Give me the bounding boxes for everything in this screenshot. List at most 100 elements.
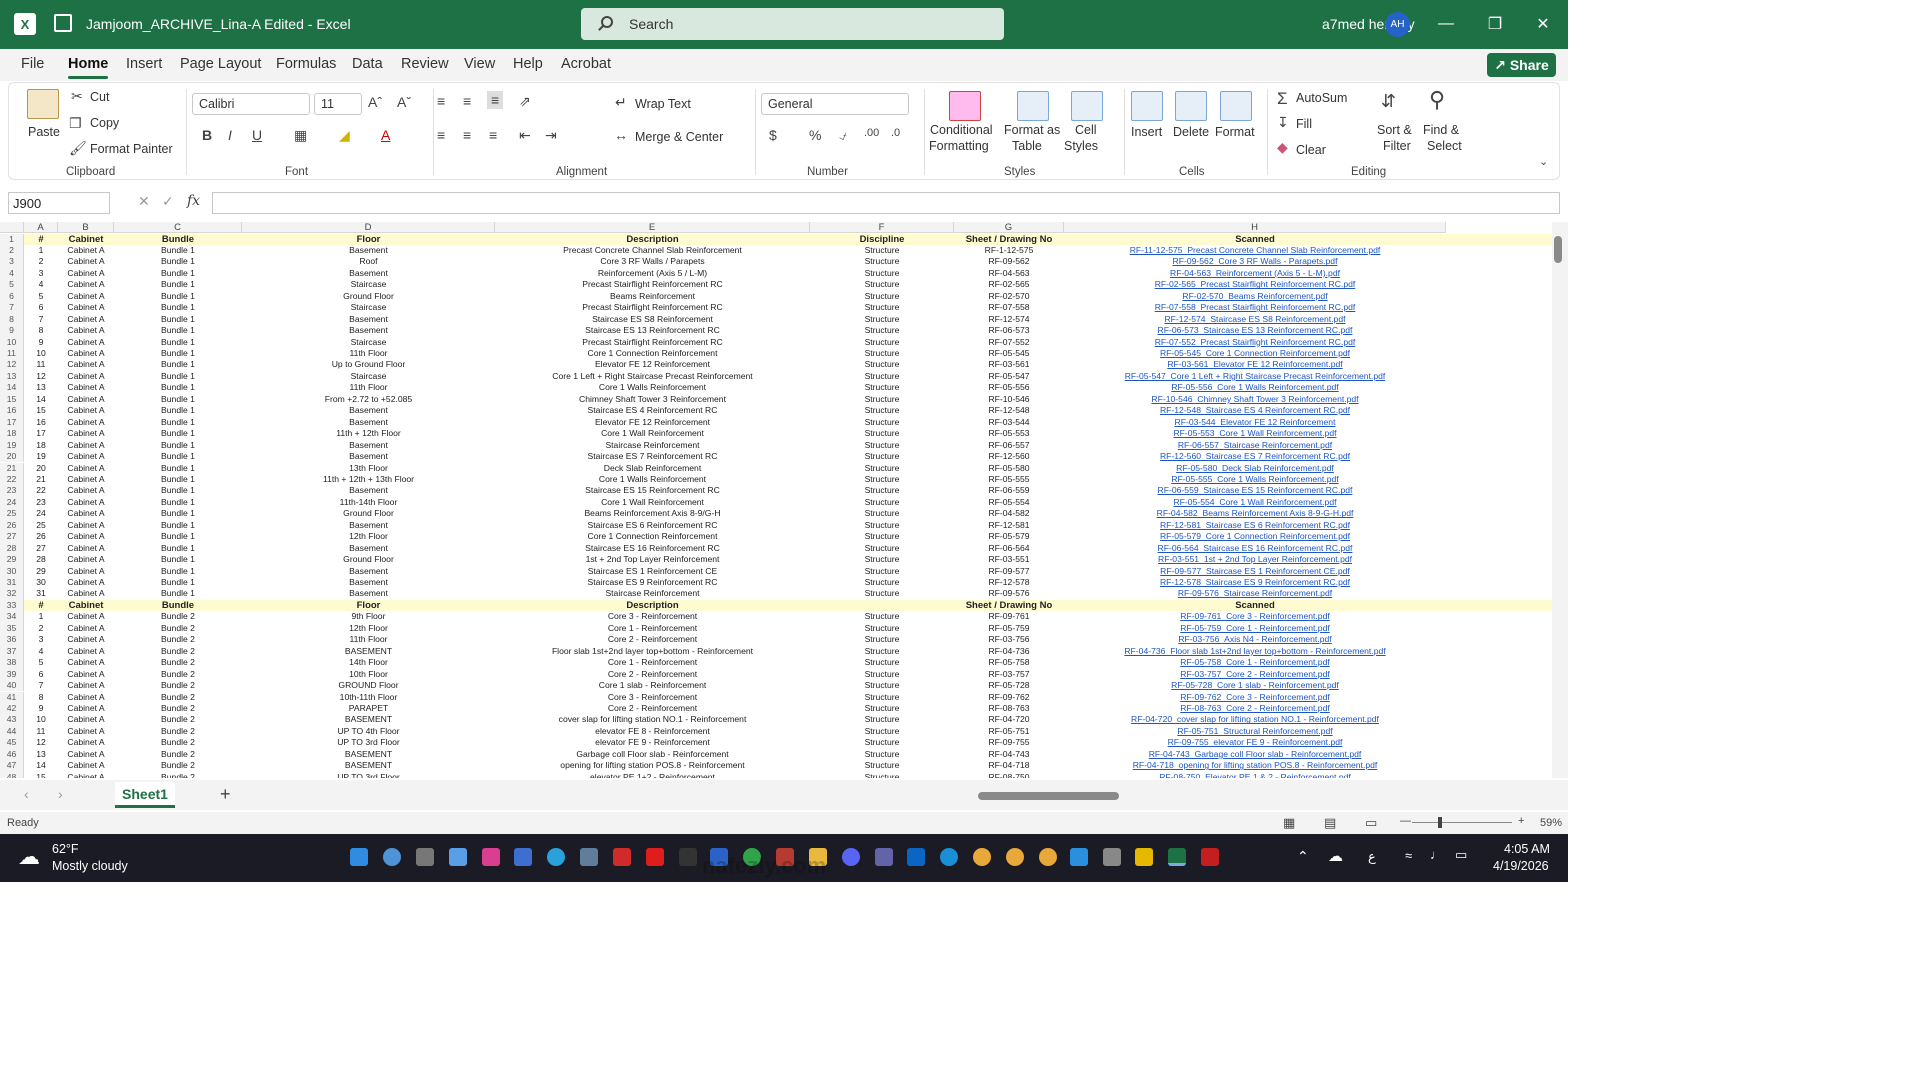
cell[interactable]: Structure: [810, 680, 954, 691]
cell[interactable]: Staircase ES 9 Reinforcement RC: [495, 577, 810, 588]
cell[interactable]: Description: [495, 600, 810, 611]
header-row[interactable]: 1 # Cabinet Bundle Floor Description Disciplin…: [0, 233, 1552, 245]
cell[interactable]: Structure: [810, 760, 954, 771]
italic-icon[interactable]: I: [228, 127, 232, 143]
table-row[interactable]: 13 12 Cabinet A Bundle 1 Staircase Core 1 Lef…: [0, 370, 1552, 383]
close-icon[interactable]: ✕: [1530, 12, 1556, 36]
table-row[interactable]: 3 2 Cabinet A Bundle 1 Roof Core 3 RF Walls /…: [0, 256, 1552, 268]
zoom-in-icon[interactable]: +: [1518, 815, 1524, 827]
cell[interactable]: Bundle 1: [114, 337, 242, 348]
cell[interactable]: Cabinet A: [58, 474, 114, 485]
cell[interactable]: RF-09-761_Core 3 - Reinforcement.pdf: [1064, 611, 1446, 622]
cell[interactable]: Structure: [810, 485, 954, 496]
paste-button[interactable]: Paste: [28, 125, 60, 139]
cell[interactable]: Structure: [810, 577, 954, 588]
cell[interactable]: Bundle 1: [114, 497, 242, 508]
cell[interactable]: Cabinet A: [58, 268, 114, 279]
cell[interactable]: RF-10-546: [954, 394, 1064, 405]
cell[interactable]: Bundle 2: [114, 749, 242, 760]
cell[interactable]: 12th Floor: [242, 623, 495, 634]
clear-button[interactable]: Clear: [1296, 143, 1326, 157]
cell[interactable]: Precast Stairflight Reinforcement RC: [495, 337, 810, 348]
cell[interactable]: Basement: [242, 314, 495, 325]
cell[interactable]: BASEMENT: [242, 760, 495, 771]
cell[interactable]: Cabinet A: [58, 669, 114, 680]
cell[interactable]: Cabinet A: [58, 405, 114, 416]
cell[interactable]: Structure: [810, 714, 954, 725]
cell[interactable]: Structure: [810, 474, 954, 485]
cell[interactable]: Deck Slab Reinforcement: [495, 463, 810, 474]
name-box[interactable]: J900: [8, 192, 110, 214]
cell[interactable]: Basement: [242, 451, 495, 462]
table-row[interactable]: 12 11 Cabinet A Bundle 1 Up to Ground Floor E…: [0, 359, 1552, 371]
cell[interactable]: Basement: [242, 417, 495, 428]
cell[interactable]: Bundle 1: [114, 543, 242, 554]
enter-icon[interactable]: ✓: [162, 193, 174, 210]
row-number[interactable]: 32: [0, 588, 24, 600]
cell[interactable]: Core 1 - Reinforcement: [495, 623, 810, 634]
cell[interactable]: RF-09-577: [954, 566, 1064, 577]
sort-filter-icon[interactable]: ⇵: [1381, 91, 1396, 112]
increase-indent-icon[interactable]: ⇥: [545, 127, 557, 144]
battery-icon[interactable]: ▭: [1455, 847, 1467, 863]
zoom-slider-thumb[interactable]: [1438, 817, 1442, 828]
align-top-icon[interactable]: ≡: [437, 93, 445, 109]
cell[interactable]: Bundle 2: [114, 669, 242, 680]
row-number[interactable]: 25: [0, 508, 24, 520]
prev-sheet-icon[interactable]: ‹: [24, 786, 29, 802]
cell[interactable]: Cabinet A: [58, 302, 114, 313]
column-header[interactable]: B: [58, 222, 114, 233]
row-number[interactable]: 28: [0, 542, 24, 555]
cell[interactable]: From +2.72 to +52.085: [242, 394, 495, 405]
row-number[interactable]: 30: [0, 565, 24, 577]
table-row[interactable]: 22 21 Cabinet A Bundle 1 11th + 12th + 13th …: [0, 473, 1552, 486]
cell[interactable]: Bundle 1: [114, 245, 242, 256]
delete-cells-icon[interactable]: [1175, 91, 1207, 121]
cell[interactable]: Bundle 1: [114, 279, 242, 290]
cell[interactable]: Bundle 2: [114, 760, 242, 771]
table-row[interactable]: 28 27 Cabinet A Bundle 1 Basement Staircase E…: [0, 542, 1552, 555]
cell[interactable]: Staircase ES 16 Reinforcement RC: [495, 543, 810, 554]
table-row[interactable]: 42 9 Cabinet A Bundle 2 PARAPET Core 2 - Rein…: [0, 702, 1552, 715]
cell[interactable]: RF-06-573: [954, 325, 1064, 336]
row-number[interactable]: 2: [0, 244, 24, 257]
cell[interactable]: Precast Concrete Channel Slab Reinforcem…: [495, 245, 810, 256]
cell-styles-icon[interactable]: [1071, 91, 1103, 121]
increase-font-icon[interactable]: Aˆ: [368, 94, 382, 110]
cell[interactable]: RF-03-756: [954, 634, 1064, 645]
table-row[interactable]: 17 16 Cabinet A Bundle 1 Basement Elevator FE…: [0, 416, 1552, 429]
cell[interactable]: Structure: [810, 245, 954, 256]
cell[interactable]: Bundle 1: [114, 577, 242, 588]
menu-view[interactable]: View: [464, 56, 495, 72]
cell[interactable]: Structure: [810, 726, 954, 737]
cell[interactable]: 20: [24, 463, 58, 474]
cell[interactable]: Cabinet A: [58, 692, 114, 703]
cell[interactable]: PARAPET: [242, 703, 495, 714]
row-number[interactable]: 34: [0, 611, 24, 623]
cell[interactable]: RF-05-579: [954, 531, 1064, 542]
cell[interactable]: RF-04-582: [954, 508, 1064, 519]
cell[interactable]: Bundle 2: [114, 692, 242, 703]
cell[interactable]: 23: [24, 497, 58, 508]
cell[interactable]: RF-03-544_Elevator FE 12 Reinforcement: [1064, 417, 1446, 428]
table-row[interactable]: 26 25 Cabinet A Bundle 1 Basement Staircase E…: [0, 519, 1552, 532]
table-row[interactable]: 20 19 Cabinet A Bundle 1 Basement Staircase E…: [0, 451, 1552, 463]
spreadsheet-grid[interactable]: A B C D E F G H 1 # Cabinet Bundle Floor Desc…: [0, 222, 1552, 778]
cell[interactable]: Structure: [810, 737, 954, 748]
youtube-icon[interactable]: [646, 848, 664, 866]
cell[interactable]: Cabinet A: [58, 359, 114, 370]
cell[interactable]: Structure: [810, 669, 954, 680]
cell[interactable]: Bundle 1: [114, 554, 242, 565]
cell[interactable]: Structure: [810, 531, 954, 542]
align-center-icon[interactable]: ≡: [463, 127, 471, 143]
row-number[interactable]: 6: [0, 290, 24, 303]
chevron-up-icon[interactable]: ⌃: [1297, 848, 1309, 865]
row-number[interactable]: 35: [0, 622, 24, 635]
menu-data[interactable]: Data: [352, 56, 383, 72]
cell[interactable]: Structure: [810, 359, 954, 370]
sort-filter-button[interactable]: Sort &: [1377, 123, 1412, 137]
cell[interactable]: RF-08-763_Core 2 - Reinforcement.pdf: [1064, 703, 1446, 714]
cell[interactable]: RF-02-570: [954, 291, 1064, 302]
row-number[interactable]: 22: [0, 473, 24, 486]
delete-cells-button[interactable]: Delete: [1173, 125, 1209, 139]
